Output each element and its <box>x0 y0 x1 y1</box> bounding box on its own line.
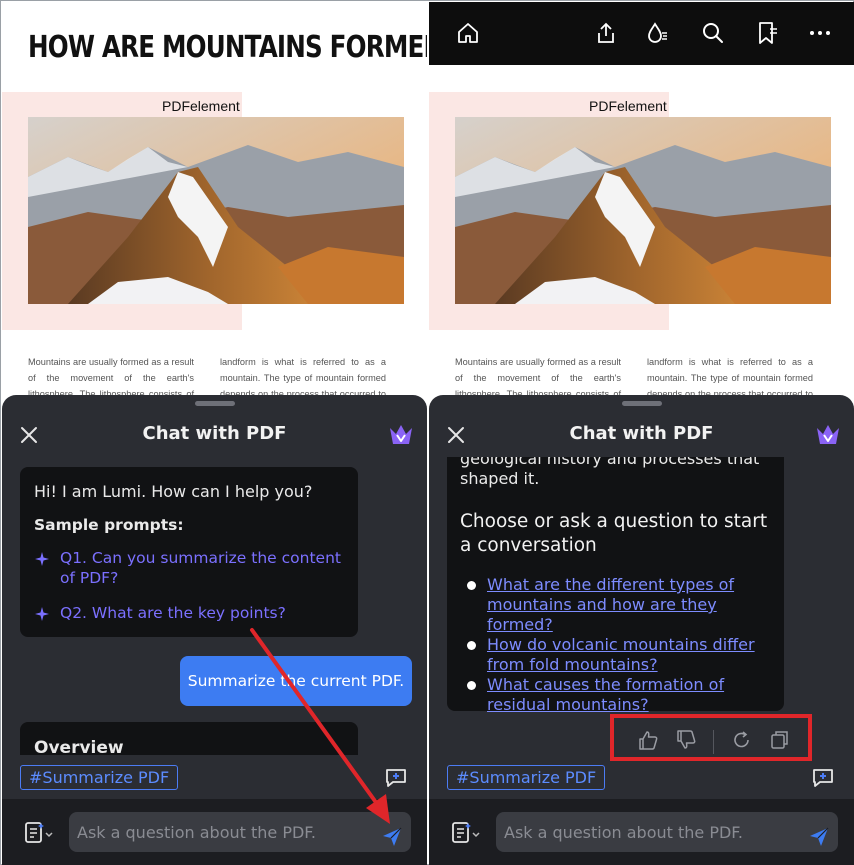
home-icon[interactable] <box>455 20 481 46</box>
top-toolbar <box>429 2 854 65</box>
sample-prompt-text: Q1. Can you summarize the content of PDF… <box>60 549 341 587</box>
summarize-tag[interactable]: #Summarize PDF <box>447 765 606 790</box>
ink-icon[interactable] <box>644 20 670 46</box>
summarize-tag[interactable]: #Summarize PDF <box>20 765 179 790</box>
suggestion-item: What causes the formation of residual mo… <box>467 675 777 715</box>
right-screen: PDFelement Mountains are usually formed … <box>429 2 854 865</box>
drag-handle[interactable] <box>622 401 662 406</box>
bookmark-icon[interactable] <box>754 20 780 46</box>
chat-messages[interactable]: Hi! I am Lumi. How can I help you? Sampl… <box>2 457 427 755</box>
drag-handle[interactable] <box>195 401 235 406</box>
doc-brand: PDFelement <box>162 98 240 114</box>
sparkle-icon <box>34 548 60 588</box>
new-chat-icon[interactable] <box>810 766 836 790</box>
suggested-questions: What are the different types of mountain… <box>467 575 777 715</box>
sparkle-icon <box>34 603 60 627</box>
sheet-title: Chat with PDF <box>142 423 287 444</box>
sample-prompt-1[interactable]: Q1. Can you summarize the content of PDF… <box>34 548 344 588</box>
new-chat-icon[interactable] <box>383 766 409 790</box>
assistant-answer-bubble: geological history and processes that sh… <box>447 457 784 714</box>
more-icon[interactable] <box>807 20 833 46</box>
share-icon[interactable] <box>593 20 619 46</box>
document-tools-icon[interactable] <box>24 821 54 845</box>
bullet <box>467 675 487 715</box>
chat-sheet: Chat with PDF Hi! I am Lumi. How can I h… <box>2 395 427 865</box>
screenshot-root: HOW ARE MOUNTAINS FORMED? PDFelement Mou… <box>0 0 854 865</box>
tag-row: #Summarize PDF <box>20 765 179 790</box>
mountain-image <box>455 117 831 304</box>
suggestion-link[interactable]: How do volcanic mountains differ from fo… <box>487 635 777 675</box>
greeting-text: Hi! I am Lumi. How can I help you? <box>34 482 313 501</box>
suggestion-item: How do volcanic mountains differ from fo… <box>467 635 777 675</box>
input-bar <box>2 799 427 865</box>
bullet <box>467 635 487 675</box>
sample-prompt-2[interactable]: Q2. What are the key points? <box>34 603 344 627</box>
tag-row: #Summarize PDF <box>447 765 606 790</box>
sheet-title: Chat with PDF <box>569 423 714 444</box>
left-screen: HOW ARE MOUNTAINS FORMED? PDFelement Mou… <box>2 2 427 865</box>
ask-question-input[interactable] <box>69 812 411 852</box>
mountain-image <box>28 117 404 304</box>
bullet <box>467 575 487 635</box>
ask-question-input[interactable] <box>496 812 838 852</box>
chat-messages[interactable]: geological history and processes that sh… <box>429 457 854 755</box>
doc-brand: PDFelement <box>589 98 667 114</box>
answer-tail-text: geological history and processes that sh… <box>460 457 760 488</box>
send-icon[interactable] <box>381 826 403 848</box>
chat-sheet: Chat with PDF geological history and pro… <box>429 395 854 865</box>
user-message-bubble: Summarize the current PDF. <box>180 656 412 706</box>
suggestion-item: What are the different types of mountain… <box>467 575 777 635</box>
doc-title: HOW ARE MOUNTAINS FORMED? <box>28 30 427 65</box>
suggestion-link[interactable]: What are the different types of mountain… <box>487 575 777 635</box>
search-icon[interactable] <box>700 20 726 46</box>
input-bar <box>429 799 854 865</box>
suggestion-link[interactable]: What causes the formation of residual mo… <box>487 675 777 715</box>
sample-prompts-label: Sample prompts: <box>34 516 184 534</box>
assistant-overview-bubble: Overview <box>20 722 358 755</box>
overview-heading: Overview <box>34 738 124 755</box>
crown-icon[interactable] <box>814 422 842 448</box>
sample-prompt-text: Q2. What are the key points? <box>60 604 286 622</box>
assistant-greeting-bubble: Hi! I am Lumi. How can I help you? Sampl… <box>20 467 358 637</box>
send-icon[interactable] <box>808 826 830 848</box>
crown-icon[interactable] <box>387 422 415 448</box>
document-tools-icon[interactable] <box>451 821 481 845</box>
annotation-highlight-box <box>610 714 812 761</box>
answer-heading: Choose or ask a question to start a conv… <box>460 511 768 556</box>
